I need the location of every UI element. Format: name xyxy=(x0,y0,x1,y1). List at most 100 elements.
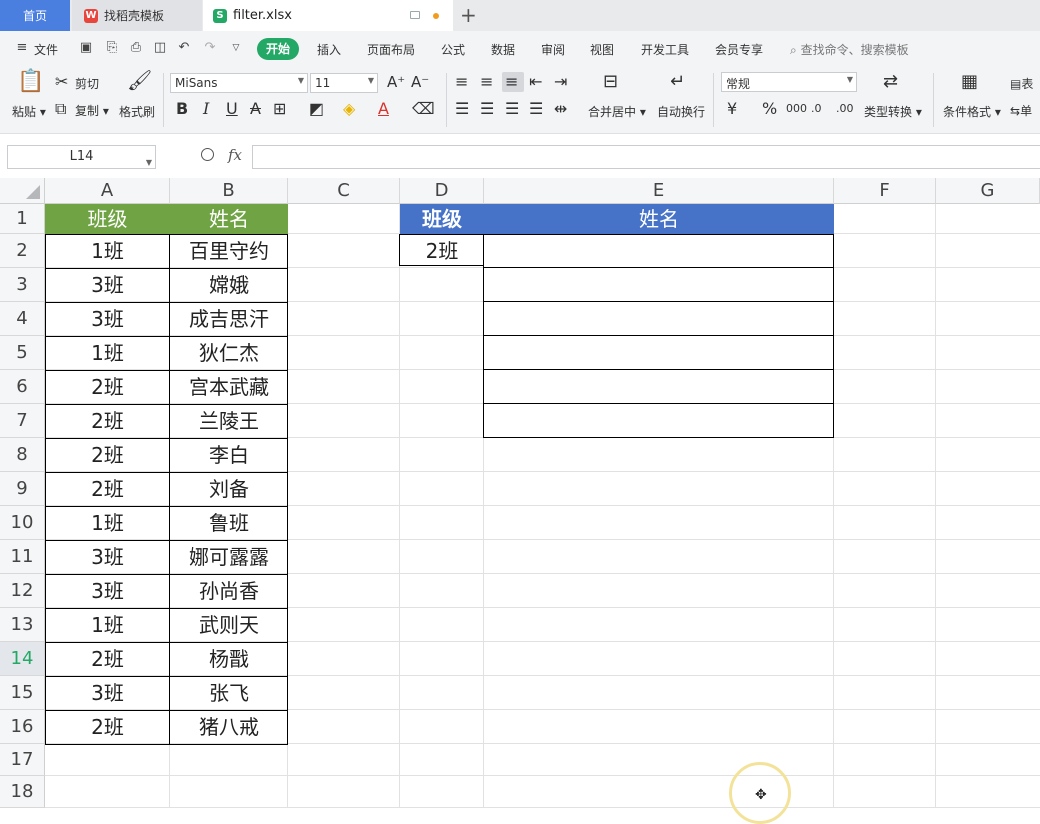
spreadsheet-logo-icon: S xyxy=(213,8,227,23)
distributed-icon[interactable]: ⇹ xyxy=(554,100,567,118)
scissors-icon[interactable]: ✂ xyxy=(55,73,68,91)
menu-data[interactable]: 数据 xyxy=(491,41,515,58)
menu-view[interactable]: 视图 xyxy=(590,41,614,58)
worksheet-grid[interactable]: A B C D E F G 1 2 3 4 5 6 7 8 9 10 11 12 13 14 15 16 17 1… xyxy=(0,178,1040,824)
docer-logo-icon: W xyxy=(84,8,98,23)
menu-page-layout[interactable]: 页面布局 xyxy=(367,41,415,58)
decrease-font-icon[interactable]: A⁻ xyxy=(411,73,429,91)
command-search[interactable]: ⌕ 查找命令、搜索模板 xyxy=(790,41,909,58)
screen-icon[interactable] xyxy=(410,11,420,19)
merge-center-icon[interactable]: ⊟ xyxy=(603,73,618,91)
print-preview-icon[interactable]: ◫ xyxy=(152,40,168,56)
search-icon: ⌕ xyxy=(790,43,797,57)
number-format-value: 常规 xyxy=(726,77,751,91)
divider xyxy=(446,73,447,127)
menu-file[interactable]: 文件 xyxy=(34,41,58,58)
clear-format-icon[interactable]: ⌫ xyxy=(412,100,435,118)
tab-filter-xlsx[interactable]: S filter.xlsx xyxy=(203,0,453,31)
align-left-icon[interactable]: ☰ xyxy=(455,100,469,118)
name-box[interactable]: L14 ▼ xyxy=(7,145,156,169)
font-size-value: 11 xyxy=(315,76,331,90)
menu-insert[interactable]: 插入 xyxy=(317,41,341,58)
font-color-icon[interactable]: A xyxy=(378,100,389,118)
paste-icon[interactable]: 📋 xyxy=(17,71,44,93)
justify-icon[interactable]: ☰ xyxy=(529,100,543,118)
align-middle-icon[interactable]: ≡ xyxy=(480,73,493,91)
currency-icon[interactable]: ¥ xyxy=(727,100,737,118)
print-icon[interactable]: ⎙ xyxy=(128,40,144,56)
divider xyxy=(163,73,164,127)
thousands-icon[interactable]: 000 xyxy=(786,100,807,118)
cell-d2-criteria[interactable]: 2班 xyxy=(400,235,484,267)
underline-icon[interactable]: U xyxy=(226,100,238,118)
merge-center-button[interactable]: 合并居中 ▾ xyxy=(588,103,646,120)
format-painter-button[interactable]: 格式刷 xyxy=(119,103,155,120)
conditional-format-button[interactable]: 条件格式 ▾ xyxy=(943,103,1001,120)
tab-file-label: filter.xlsx xyxy=(233,8,292,23)
insert-function-icon[interactable]: fx xyxy=(228,146,242,164)
cell-d1[interactable]: 班级 xyxy=(400,204,484,234)
chevron-down-icon: ▼ xyxy=(145,158,152,167)
number-format-select[interactable]: 常规 ▼ xyxy=(721,72,857,92)
divider xyxy=(713,73,714,127)
redo-icon[interactable]: ↷ xyxy=(202,40,218,56)
chevron-down-icon: ▼ xyxy=(297,76,304,85)
bold-icon[interactable]: B xyxy=(176,100,188,118)
format-painter-icon[interactable]: 🖌 xyxy=(127,70,152,90)
menu-review[interactable]: 审阅 xyxy=(541,41,565,58)
paste-button[interactable]: 粘贴 ▾ xyxy=(12,103,46,120)
tab-docer-templates[interactable]: W 找稻壳模板 xyxy=(72,0,202,31)
menu-developer[interactable]: 开发工具 xyxy=(641,41,689,58)
name-box-value: L14 xyxy=(69,149,94,164)
font-family-select[interactable]: MiSans ▼ xyxy=(170,73,308,93)
fill-color-icon[interactable]: ◈ xyxy=(343,100,355,118)
percent-icon[interactable]: % xyxy=(762,100,777,118)
borders-icon[interactable]: ⊞ xyxy=(273,100,286,118)
tab-docer-label: 找稻壳模板 xyxy=(104,9,165,23)
copy-button[interactable]: 复制 ▾ xyxy=(75,102,109,119)
export-pdf-icon[interactable]: ⎘ xyxy=(104,40,120,56)
font-size-select[interactable]: 11 ▼ xyxy=(310,73,378,93)
cell-e1[interactable]: 姓名 xyxy=(484,204,834,234)
decrease-indent-icon[interactable]: ⇤ xyxy=(529,73,542,91)
wrap-text-button[interactable]: 自动换行 xyxy=(657,103,705,120)
menu-home-tab[interactable]: 开始 xyxy=(257,38,299,60)
align-bottom-icon[interactable]: ≡ xyxy=(505,73,518,91)
table-borders xyxy=(45,234,834,745)
align-right-icon[interactable]: ☰ xyxy=(505,100,519,118)
cell-button[interactable]: ⇆单 xyxy=(1010,102,1032,119)
cut-button[interactable]: 剪切 xyxy=(75,75,99,92)
strikethrough-icon[interactable]: A xyxy=(250,100,261,118)
formula-input[interactable] xyxy=(252,145,1040,169)
chevron-down-icon: ▼ xyxy=(367,76,374,85)
zoom-icon[interactable] xyxy=(201,148,214,161)
align-top-icon[interactable]: ≡ xyxy=(455,73,468,91)
save-icon[interactable]: ▣ xyxy=(78,40,94,56)
increase-decimal-icon[interactable]: .0 xyxy=(811,100,822,118)
tab-bar: 首页 W 找稻壳模板 S filter.xlsx + xyxy=(0,0,1040,31)
type-convert-button[interactable]: 类型转换 ▾ xyxy=(864,103,922,120)
quick-access-more-icon[interactable]: ▽ xyxy=(228,40,244,56)
increase-indent-icon[interactable]: ⇥ xyxy=(554,73,567,91)
conditional-format-icon[interactable]: ▦ xyxy=(961,73,978,91)
hamburger-menu-icon[interactable]: ≡ xyxy=(14,40,30,56)
table-style-button[interactable]: ▤表 xyxy=(1010,75,1033,92)
new-tab-plus-icon[interactable]: + xyxy=(460,4,477,26)
increase-font-icon[interactable]: A⁺ xyxy=(387,73,405,91)
decrease-decimal-icon[interactable]: .00 xyxy=(836,100,854,118)
cell-style-icon[interactable]: ◩ xyxy=(309,100,324,118)
divider xyxy=(933,73,934,127)
tab-home[interactable]: 首页 xyxy=(0,0,70,31)
align-center-icon[interactable]: ☰ xyxy=(480,100,494,118)
wrap-text-icon[interactable]: ↵ xyxy=(670,73,685,91)
italic-icon[interactable]: I xyxy=(203,100,209,118)
font-family-value: MiSans xyxy=(175,76,218,90)
type-convert-icon[interactable]: ⇄ xyxy=(883,73,898,91)
command-search-placeholder: 查找命令、搜索模板 xyxy=(800,43,909,57)
formula-bar: L14 ▼ fx xyxy=(0,133,1040,178)
unsaved-dot-icon xyxy=(433,13,439,19)
copy-icon[interactable]: ⧉ xyxy=(55,100,66,118)
menu-member[interactable]: 会员专享 xyxy=(715,41,763,58)
undo-icon[interactable]: ↶ xyxy=(176,40,192,56)
menu-formulas[interactable]: 公式 xyxy=(441,41,465,58)
